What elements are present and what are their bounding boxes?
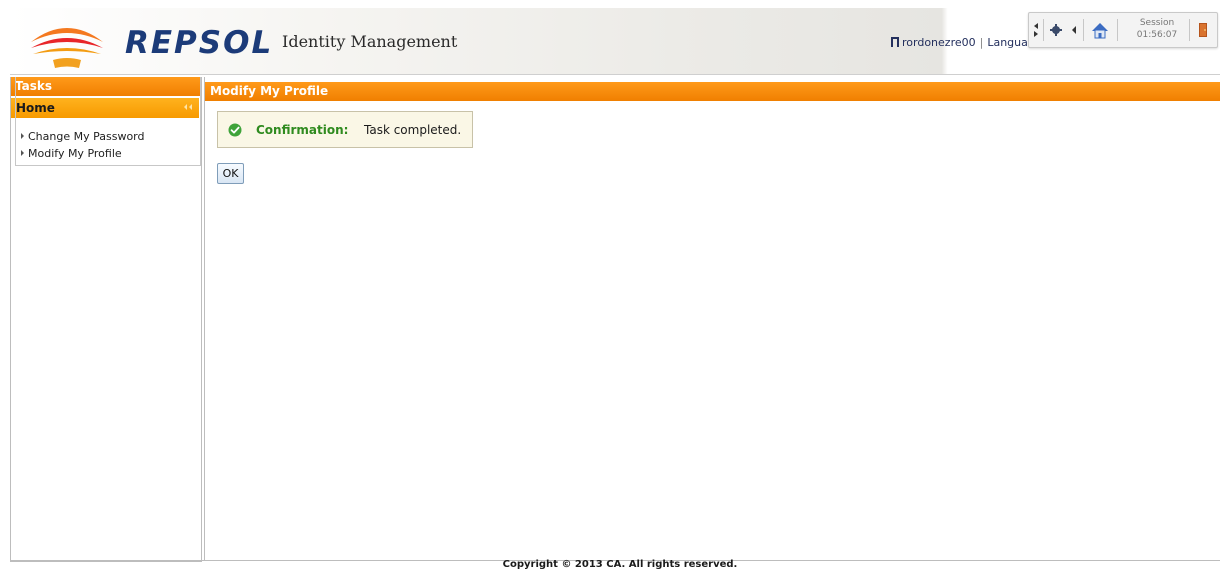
- gear-icon: [1050, 24, 1062, 36]
- toolbar-arrows-icon: [1034, 23, 1038, 37]
- toolbar-divider: [1189, 19, 1190, 41]
- repsol-logo-icon: [31, 28, 103, 68]
- user-bar-separator: |: [979, 36, 984, 49]
- ok-button[interactable]: OK: [217, 163, 244, 184]
- toolbar-divider: [1083, 19, 1084, 41]
- settings-button[interactable]: [1047, 17, 1065, 43]
- brand-name: REPSOL: [125, 25, 274, 61]
- app-header: REPSOL Identity Management rordonezre00 |…: [10, 8, 1220, 75]
- main-content: Modify My Profile Confirmation: Task com…: [204, 77, 1220, 561]
- session-timer: Session 01:56:07: [1132, 17, 1182, 43]
- user-icon: [891, 37, 899, 47]
- confirmation-label: Confirmation:: [256, 123, 349, 137]
- page-title: Modify My Profile: [205, 82, 1220, 101]
- session-time: 01:56:07: [1136, 30, 1178, 40]
- toolbar-divider: [1043, 19, 1044, 41]
- logout-button[interactable]: [1195, 17, 1211, 43]
- confirmation-text: Task completed.: [364, 123, 462, 137]
- home-icon: [1092, 23, 1108, 39]
- back-button[interactable]: [1069, 17, 1079, 43]
- tasks-panel: Tasks Home Change My Password Modify My …: [10, 77, 202, 562]
- task-list-frame: [15, 77, 201, 166]
- toolbar-divider: [1117, 19, 1118, 41]
- session-label: Session: [1139, 18, 1175, 28]
- copyright-footer: Copyright © 2013 CA. All rights reserved…: [502, 559, 738, 570]
- username[interactable]: rordonezre00: [902, 36, 976, 49]
- toolbar-handle[interactable]: [1031, 17, 1041, 43]
- confirmation-message: Confirmation: Task completed.: [217, 111, 473, 148]
- session-toolbar: Session 01:56:07: [1028, 12, 1218, 48]
- check-circle-icon: [228, 123, 242, 137]
- user-bar: rordonezre00 | Language: [890, 36, 1042, 49]
- logout-door-icon: [1199, 23, 1207, 37]
- arrow-left-icon: [1072, 26, 1076, 34]
- app-title: Identity Management: [282, 32, 458, 51]
- home-button[interactable]: [1089, 17, 1111, 43]
